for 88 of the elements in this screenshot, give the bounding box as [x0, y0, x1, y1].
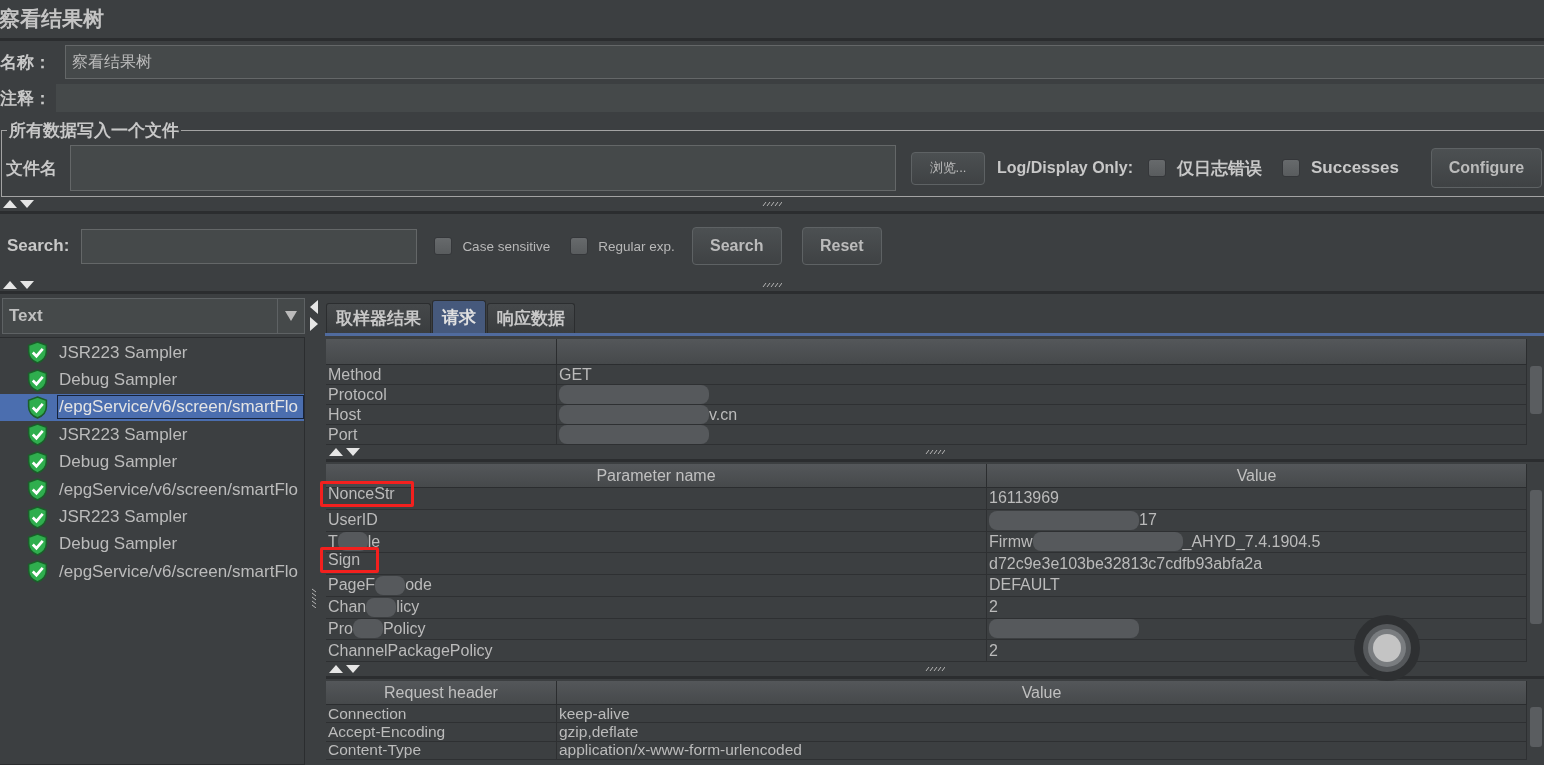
tab[interactable]: 取样器结果	[326, 303, 431, 333]
parameter-value: 17	[1139, 511, 1157, 530]
checkbox-label: 仅日志错误	[1177, 157, 1262, 180]
blurred-region	[375, 575, 406, 595]
field-value: v.cn	[709, 405, 738, 424]
blurred-region	[366, 597, 397, 617]
column-header: Value	[557, 681, 1527, 704]
filename-field[interactable]	[70, 145, 896, 191]
column-header: Parameter name	[326, 464, 987, 487]
splitter-arrows-icon[interactable]	[2, 279, 36, 290]
configure-button[interactable]: Configure	[1431, 148, 1542, 188]
parameter-name: Sign	[328, 550, 361, 569]
parameter-name: NonceStr	[328, 485, 395, 504]
scrollbar-thumb[interactable]	[1530, 707, 1542, 747]
field-value: GET	[559, 365, 592, 384]
name-label: 名称：	[0, 51, 52, 74]
name-field[interactable]: 察看结果树	[65, 45, 1544, 79]
parameter-value: 2	[989, 598, 998, 617]
parameter-name: ChannelPackagePolicy	[328, 641, 493, 660]
scrollbar-thumb[interactable]	[1530, 366, 1542, 414]
tree-item[interactable]: /epgService/v6/screen/smartFlo	[0, 475, 304, 504]
header-name: Content-Type	[328, 741, 422, 760]
comment-label: 注释：	[0, 87, 52, 110]
checkbox[interactable]	[434, 237, 453, 255]
tree-item[interactable]: /epgService/v6/screen/smartFlo	[0, 558, 304, 586]
filename-label: 文件名	[6, 157, 58, 180]
header-name: Connection	[328, 704, 407, 723]
column-header: Value	[987, 464, 1527, 487]
header-name: Accept-Encoding	[328, 723, 446, 742]
tab[interactable]: 响应数据	[487, 303, 575, 333]
parameter-name: Chan	[328, 598, 367, 617]
checkbox-label: Case sensitive	[462, 238, 551, 254]
tree-item[interactable]: JSR223 Sampler	[0, 503, 304, 531]
floating-button-icon[interactable]	[1353, 614, 1421, 682]
splitter-grip-icon[interactable]	[925, 666, 945, 672]
checkbox-label: Successes	[1311, 158, 1399, 178]
search-button[interactable]: Search	[691, 227, 782, 265]
search-field[interactable]	[81, 228, 418, 264]
parameter-name: ode	[405, 576, 432, 595]
tree-item[interactable]: Debug Sampler	[0, 366, 304, 394]
tree-item[interactable]: JSR223 Sampler	[0, 421, 304, 449]
parameter-value: _AHYD_7.4.1904.5	[1182, 532, 1321, 551]
renderer-dropdown[interactable]: Text	[2, 298, 305, 334]
field-name: Method	[328, 365, 382, 384]
splitter-grip-icon[interactable]	[310, 588, 317, 608]
field-name: Port	[328, 425, 358, 444]
tree-item[interactable]: Debug Sampler	[0, 448, 304, 476]
splitter-grip-icon[interactable]	[762, 201, 782, 207]
column-header: Request header	[326, 681, 557, 704]
parameter-name: licy	[396, 598, 420, 617]
tree-item[interactable]: /epgService/v6/screen/smartFlo	[0, 393, 304, 422]
parameter-name: UserID	[328, 511, 378, 530]
parameter-name: le	[367, 532, 381, 551]
parameter-value: 16113969	[989, 489, 1059, 508]
parameter-value: 2	[989, 641, 998, 660]
parameter-name: T	[328, 532, 338, 551]
parameter-name: Pro	[328, 619, 353, 638]
group-title: 所有数据写入一个文件	[8, 120, 180, 142]
tab[interactable]: 请求	[432, 300, 486, 333]
splitter-grip-icon[interactable]	[925, 449, 945, 455]
checkbox-label: Regular exp.	[598, 238, 675, 254]
reset-button[interactable]: Reset	[801, 227, 882, 265]
field-name: Host	[328, 405, 361, 424]
search-label: Search:	[7, 236, 70, 256]
parameter-value: Firmw	[989, 532, 1033, 551]
checkbox[interactable]	[1148, 159, 1166, 177]
tree-item[interactable]: Debug Sampler	[0, 530, 304, 559]
checkbox[interactable]	[570, 237, 589, 255]
splitter-grip-icon[interactable]	[762, 281, 782, 288]
log-display-label: Log/Display Only:	[997, 159, 1133, 177]
browse-button[interactable]: 浏览...	[911, 151, 985, 185]
header-value: application/x-www-form-urlencoded	[559, 741, 802, 760]
caret-icon	[285, 311, 297, 321]
parameter-value: DEFAULT	[989, 576, 1060, 595]
blurred-region	[352, 619, 383, 639]
scrollbar-thumb[interactable]	[1530, 490, 1542, 624]
splitter-arrows-icon[interactable]	[328, 447, 362, 457]
splitter-arrows-icon[interactable]	[2, 199, 36, 209]
header-value: gzip,deflate	[559, 723, 639, 742]
parameter-name: PageF	[328, 576, 376, 595]
parameter-name: Policy	[382, 619, 426, 638]
tree-item[interactable]: JSR223 Sampler	[0, 339, 304, 367]
splitter-arrows-icon[interactable]	[308, 299, 319, 333]
parameter-value: d72c9e3e103be32813c7cdfb93abfa2a	[989, 554, 1263, 573]
splitter-arrows-icon[interactable]	[328, 664, 362, 674]
field-name: Protocol	[328, 385, 387, 404]
checkbox[interactable]	[1282, 159, 1300, 177]
header-value: keep-alive	[559, 704, 630, 723]
